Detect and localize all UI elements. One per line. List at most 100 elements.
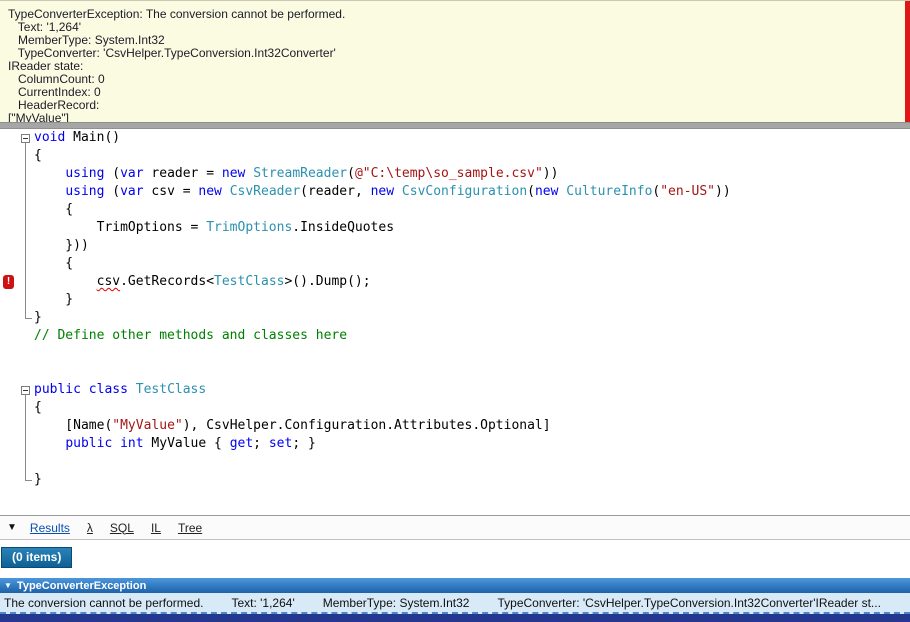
- code-token: )): [715, 184, 731, 199]
- exception-result-header[interactable]: ▼ TypeConverterException: [0, 578, 910, 593]
- code-token: new: [534, 184, 559, 199]
- code-token: >().Dump();: [284, 274, 371, 289]
- code-token: .InsideQuotes: [292, 220, 395, 235]
- code-line[interactable]: TrimOptions = TrimOptions.InsideQuotes: [34, 219, 910, 237]
- code-line[interactable]: [34, 345, 910, 363]
- code-line[interactable]: {: [34, 399, 910, 417]
- code-line[interactable]: // Define other methods and classes here: [34, 327, 910, 345]
- code-token: new: [221, 166, 246, 181]
- exception-detail-segment: Text: '1,264': [231, 595, 295, 610]
- tab-il[interactable]: IL: [151, 521, 161, 535]
- exception-panel-lines: TypeConverterException: The conversion c…: [8, 8, 898, 123]
- code-token: .GetRecords<: [120, 274, 215, 289]
- code-line[interactable]: {: [34, 255, 910, 273]
- code-token: [Name(: [34, 418, 113, 433]
- code-line[interactable]: public int MyValue { get; set; }: [34, 435, 910, 453]
- exception-panel: TypeConverterException: The conversion c…: [0, 0, 910, 122]
- tab-results[interactable]: Results: [30, 521, 70, 535]
- fold-collapse-icon[interactable]: [21, 134, 30, 143]
- code-line[interactable]: })): [34, 237, 910, 255]
- code-line[interactable]: csv.GetRecords<TestClass>().Dump();: [34, 273, 910, 291]
- code-line[interactable]: }: [34, 291, 910, 309]
- fold-margin: !: [0, 129, 34, 515]
- code-token: {: [34, 256, 74, 271]
- code-token: var: [120, 184, 144, 199]
- code-token: (: [104, 184, 121, 199]
- code-token: {: [34, 400, 42, 415]
- code-token: {: [34, 148, 42, 163]
- exception-line: CurrentIndex: 0: [8, 85, 101, 99]
- code-token: using: [65, 184, 105, 199]
- code-lines[interactable]: void Main(){ using (var reader = new Str…: [34, 129, 910, 489]
- code-token: var: [120, 166, 144, 181]
- exception-row[interactable]: The conversion cannot be performed. Text:…: [0, 593, 910, 614]
- code-token: ), CsvHelper.Configuration.Attributes.Op…: [182, 418, 551, 433]
- code-line[interactable]: }: [34, 471, 910, 489]
- collapse-triangle-icon[interactable]: ▼: [4, 581, 12, 590]
- code-token: csv =: [143, 184, 199, 199]
- code-line[interactable]: [34, 363, 910, 381]
- code-line[interactable]: [34, 453, 910, 471]
- code-token: Main(): [65, 130, 121, 145]
- code-editor[interactable]: ! void Main(){ using (var reader = new S…: [0, 129, 910, 515]
- error-margin-icon[interactable]: !: [3, 275, 14, 289]
- code-token: "en-US": [660, 184, 716, 199]
- code-token: set: [268, 436, 293, 451]
- fold-guide-line: [25, 395, 26, 480]
- exception-line: TypeConverter: 'CsvHelper.TypeConversion…: [8, 46, 336, 60]
- results-area: (0 items): [0, 540, 910, 578]
- exception-result-title: TypeConverterException: [16, 579, 147, 592]
- code-token: MyValue {: [143, 436, 230, 451]
- code-token: (reader,: [300, 184, 371, 199]
- code-line[interactable]: using (var reader = new StreamReader(@"C…: [34, 165, 910, 183]
- results-dropdown-caret-icon[interactable]: ▼: [7, 522, 17, 533]
- exception-detail-segment: MemberType: System.Int32: [322, 595, 470, 610]
- tab-lambda[interactable]: λ: [87, 521, 93, 535]
- code-token: (: [104, 166, 121, 181]
- code-token: }: [34, 292, 74, 307]
- code-token: new: [198, 184, 222, 199]
- results-tabbar: ▼ Results λ SQL IL Tree: [0, 515, 910, 540]
- exception-line: ColumnCount: 0: [8, 72, 105, 86]
- code-token: int: [120, 436, 144, 451]
- code-token: })): [34, 238, 89, 253]
- code-token: using: [65, 166, 105, 181]
- code-line[interactable]: using (var csv = new CsvReader(reader, n…: [34, 183, 910, 201]
- fold-guide-end: [25, 318, 32, 319]
- code-token: void: [34, 130, 66, 145]
- exception-line: ["MyValue"]: [8, 111, 69, 123]
- code-token: reader =: [143, 166, 222, 181]
- code-token: CsvReader: [229, 184, 301, 199]
- code-token: CsvConfiguration: [401, 184, 528, 199]
- code-line[interactable]: void Main(): [34, 129, 910, 147]
- error-indicator-stripe: [905, 1, 910, 122]
- bottom-status-bar: [0, 614, 910, 622]
- code-token: StreamReader: [253, 166, 348, 181]
- code-token: TrimOptions =: [34, 220, 207, 235]
- code-line[interactable]: }: [34, 309, 910, 327]
- code-token: public: [34, 382, 81, 397]
- exception-line: HeaderRecord:: [8, 98, 100, 112]
- exception-detail-segment: The conversion cannot be performed.: [4, 595, 204, 610]
- code-line[interactable]: {: [34, 147, 910, 165]
- code-line[interactable]: [Name("MyValue"), CsvHelper.Configuratio…: [34, 417, 910, 435]
- code-line[interactable]: {: [34, 201, 910, 219]
- panel-splitter[interactable]: [0, 122, 910, 129]
- code-token: // Define other methods and classes here: [34, 328, 348, 343]
- code-line[interactable]: public class TestClass: [34, 381, 910, 399]
- fold-collapse-icon[interactable]: [21, 386, 30, 395]
- code-token: public: [65, 436, 113, 451]
- code-token: class: [88, 382, 128, 397]
- tab-tree[interactable]: Tree: [178, 521, 202, 535]
- exception-line: IReader state:: [8, 59, 84, 73]
- code-token: TestClass: [135, 382, 207, 397]
- items-count-badge[interactable]: (0 items): [1, 547, 73, 568]
- tab-sql[interactable]: SQL: [110, 521, 134, 535]
